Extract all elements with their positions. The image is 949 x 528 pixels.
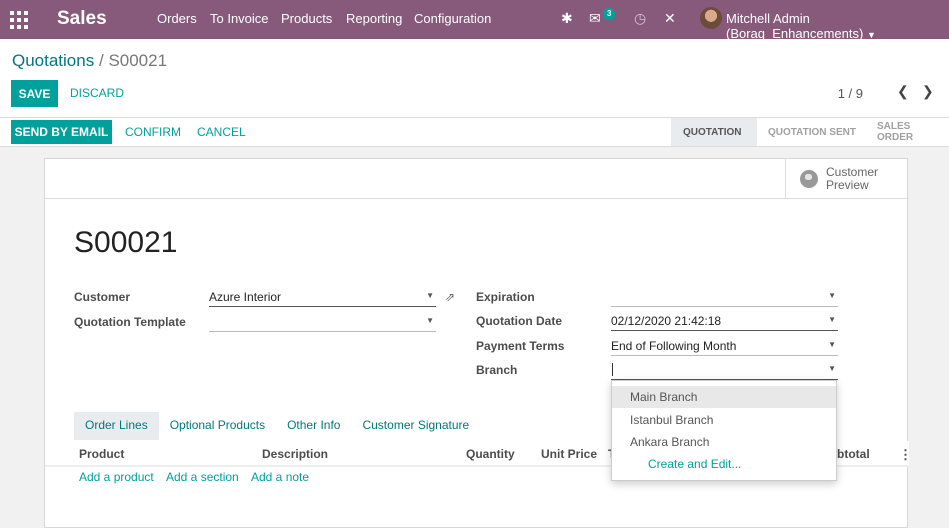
globe-icon	[800, 170, 818, 188]
close-icon[interactable]: ✕	[664, 10, 676, 27]
messages-count-badge: 3	[603, 8, 616, 20]
customer-field[interactable]: Azure Interior ▼	[209, 287, 436, 307]
user-name: Mitchell Admin (Boraq_Enhancements)	[726, 11, 864, 41]
payment-terms-value: End of Following Month	[611, 339, 737, 353]
branch-field[interactable]: ▼	[611, 360, 838, 380]
stage-sales-order[interactable]: Sales Order	[865, 118, 949, 146]
menu-reporting[interactable]: Reporting	[346, 11, 402, 26]
quotation-template-label: Quotation Template	[74, 315, 186, 329]
page-title: S00021	[74, 226, 178, 259]
quotation-template-field[interactable]: ▼	[209, 312, 436, 332]
menu-configuration[interactable]: Configuration	[414, 11, 491, 26]
status-header: Send by Email Confirm Cancel Quotation Q…	[0, 117, 949, 147]
payment-terms-field[interactable]: End of Following Month ▼	[611, 336, 838, 356]
expiration-label: Expiration	[476, 290, 535, 304]
branch-dropdown: Main Branch Istanbul Branch Ankara Branc…	[611, 380, 837, 481]
notebook-tabs: Order Lines Optional Products Other Info…	[74, 412, 480, 440]
chat-icon[interactable]: ✉	[589, 10, 601, 27]
top-navbar: Sales Orders To Invoice Products Reporti…	[0, 0, 949, 41]
column-description[interactable]: Description	[262, 447, 328, 461]
bug-icon[interactable]: ✱	[561, 10, 573, 27]
avatar[interactable]	[700, 7, 722, 29]
quotation-date-field[interactable]: 02/12/2020 21:42:18 ▼	[611, 311, 838, 331]
breadcrumb-quotations[interactable]: Quotations	[12, 51, 94, 70]
confirm-button[interactable]: Confirm	[125, 125, 181, 139]
user-menu[interactable]: Mitchell Admin (Boraq_Enhancements) ▼	[726, 11, 949, 41]
caret-down-icon[interactable]: ▼	[828, 315, 836, 324]
caret-down-icon[interactable]: ▼	[828, 364, 836, 373]
cancel-button[interactable]: Cancel	[197, 125, 246, 139]
stage-quotation-sent[interactable]: Quotation Sent	[756, 118, 862, 146]
stage-quotation[interactable]: Quotation	[671, 118, 757, 146]
clock-icon[interactable]: ◷	[634, 10, 646, 27]
tab-customer-signature[interactable]: Customer Signature	[351, 412, 480, 440]
menu-products[interactable]: Products	[281, 11, 332, 26]
button-box: Customer Preview	[45, 159, 909, 199]
pager-next-icon[interactable]: ❯	[922, 83, 934, 100]
app-name[interactable]: Sales	[57, 8, 107, 30]
column-unit-price[interactable]: Unit Price	[541, 447, 597, 461]
customer-preview-button[interactable]: Customer Preview	[785, 159, 909, 199]
add-note-link[interactable]: Add a note	[251, 470, 309, 484]
dropdown-option-istanbul-branch[interactable]: Istanbul Branch	[612, 409, 836, 431]
caret-down-icon[interactable]: ▼	[828, 340, 836, 349]
control-panel: Quotations / S00021 Save Discard 1 / 9 ❮…	[0, 39, 949, 147]
tab-order-lines[interactable]: Order Lines	[74, 412, 159, 440]
add-section-link[interactable]: Add a section	[166, 470, 239, 484]
breadcrumb: Quotations / S00021	[12, 51, 167, 71]
quotation-date-label: Quotation Date	[476, 314, 562, 328]
text-cursor	[612, 363, 613, 376]
menu-orders[interactable]: Orders	[157, 11, 197, 26]
create-and-edit-option[interactable]: Create and Edit...	[612, 453, 836, 475]
caret-down-icon[interactable]: ▼	[426, 291, 434, 300]
dropdown-option-ankara-branch[interactable]: Ankara Branch	[612, 431, 836, 453]
external-link-icon[interactable]: ⇗	[445, 290, 455, 304]
quotation-date-value: 02/12/2020 21:42:18	[611, 314, 722, 328]
expiration-field[interactable]: ▼	[611, 287, 838, 307]
dropdown-option-main-branch[interactable]: Main Branch	[612, 386, 836, 408]
tab-other-info[interactable]: Other Info	[276, 412, 351, 440]
column-quantity[interactable]: Quantity	[466, 447, 515, 461]
caret-down-icon[interactable]: ▼	[828, 291, 836, 300]
branch-label: Branch	[476, 363, 518, 377]
add-product-link[interactable]: Add a product	[79, 470, 154, 484]
payment-terms-label: Payment Terms	[476, 339, 565, 353]
pager-previous-icon[interactable]: ❮	[897, 83, 909, 100]
breadcrumb-current: S00021	[108, 51, 168, 70]
send-by-email-button[interactable]: Send by Email	[11, 120, 112, 144]
menu-to-invoice[interactable]: To Invoice	[210, 11, 269, 26]
column-subtotal[interactable]: btotal	[837, 447, 870, 461]
apps-menu-icon[interactable]	[10, 11, 28, 29]
column-options-icon[interactable]: ⋮	[899, 447, 912, 463]
pager-value: 1 / 9	[837, 86, 863, 101]
save-button[interactable]: Save	[11, 80, 58, 107]
caret-down-icon[interactable]: ▼	[426, 316, 434, 325]
customer-preview-line2: Preview	[826, 178, 869, 192]
customer-value: Azure Interior	[209, 290, 282, 304]
breadcrumb-separator: /	[98, 51, 104, 70]
discard-button[interactable]: Discard	[70, 86, 124, 100]
customer-label: Customer	[74, 290, 131, 304]
tab-optional-products[interactable]: Optional Products	[159, 412, 276, 440]
column-product[interactable]: Product	[79, 447, 124, 461]
